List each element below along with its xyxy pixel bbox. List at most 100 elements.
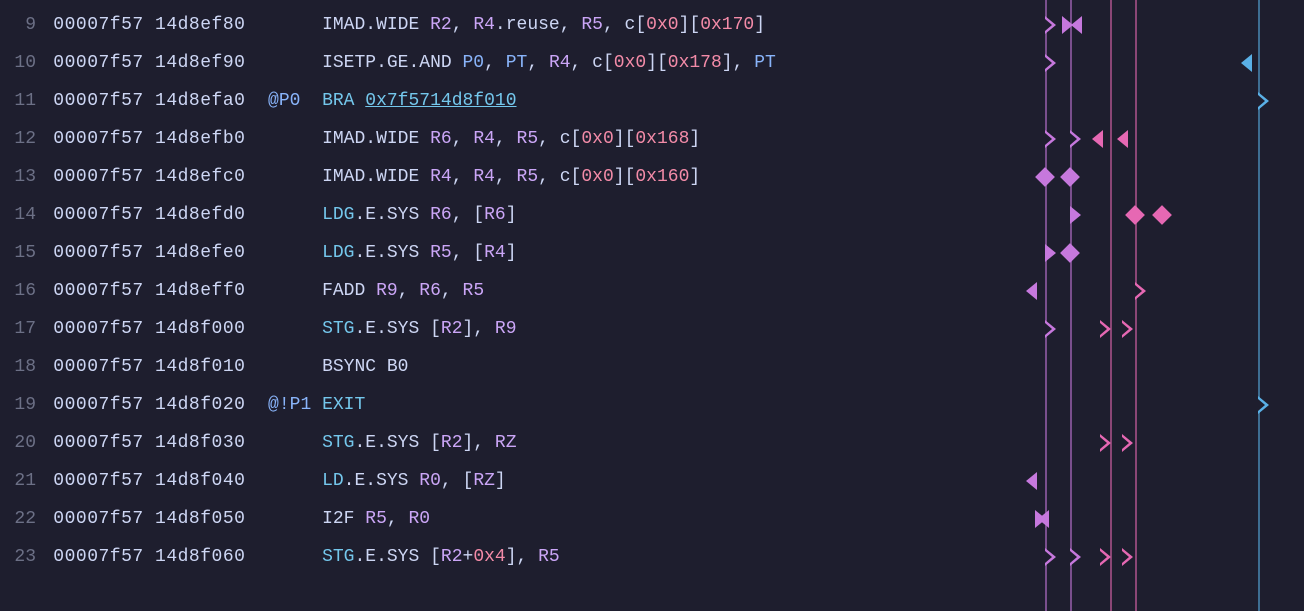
dependency-marker bbox=[1035, 167, 1055, 187]
address: 00007f57 14d8efb0 bbox=[42, 120, 268, 158]
address: 00007f57 14d8f040 bbox=[42, 462, 268, 500]
dependency-marker bbox=[1152, 205, 1172, 225]
instruction: LDG.E.SYS R6, [R6] bbox=[322, 196, 516, 234]
dependency-marker bbox=[1060, 167, 1080, 187]
predicate bbox=[268, 234, 322, 272]
asm-row[interactable]: 23 00007f57 14d8f060 STG.E.SYS [R2+0x4],… bbox=[0, 538, 980, 576]
asm-row[interactable]: 17 00007f57 14d8f000 STG.E.SYS [R2], R9 bbox=[0, 310, 980, 348]
line-number: 23 bbox=[0, 538, 42, 576]
instruction: STG.E.SYS [R2], RZ bbox=[322, 424, 516, 462]
dependency-marker bbox=[1100, 548, 1111, 566]
address: 00007f57 14d8f050 bbox=[42, 500, 268, 538]
predicate bbox=[268, 348, 322, 386]
dependency-marker bbox=[1122, 548, 1133, 566]
address: 00007f57 14d8efe0 bbox=[42, 234, 268, 272]
asm-row[interactable]: 20 00007f57 14d8f030 STG.E.SYS [R2], RZ bbox=[0, 424, 980, 462]
dependency-marker bbox=[1045, 244, 1056, 262]
asm-row[interactable]: 19 00007f57 14d8f020 @!P1 EXIT bbox=[0, 386, 980, 424]
asm-row[interactable]: 15 00007f57 14d8efe0 LDG.E.SYS R5, [R4] bbox=[0, 234, 980, 272]
dependency-marker bbox=[1045, 548, 1056, 566]
line-number: 19 bbox=[0, 386, 42, 424]
address: 00007f57 14d8f060 bbox=[42, 538, 268, 576]
address: 00007f57 14d8eff0 bbox=[42, 272, 268, 310]
instruction: STG.E.SYS [R2+0x4], R5 bbox=[322, 538, 560, 576]
predicate bbox=[268, 6, 322, 44]
dependency-track-line bbox=[1135, 0, 1137, 611]
asm-row[interactable]: 11 00007f57 14d8efa0 @P0 BRA 0x7f5714d8f… bbox=[0, 82, 980, 120]
instruction: BSYNC B0 bbox=[322, 348, 408, 386]
predicate bbox=[268, 462, 322, 500]
dependency-marker bbox=[1045, 130, 1056, 148]
line-number: 20 bbox=[0, 424, 42, 462]
address: 00007f57 14d8efc0 bbox=[42, 158, 268, 196]
predicate bbox=[268, 500, 322, 538]
instruction: BRA 0x7f5714d8f010 bbox=[322, 82, 516, 120]
line-number: 16 bbox=[0, 272, 42, 310]
predicate bbox=[268, 158, 322, 196]
line-number: 15 bbox=[0, 234, 42, 272]
line-number: 11 bbox=[0, 82, 42, 120]
predicate bbox=[268, 44, 322, 82]
dependency-marker bbox=[1026, 282, 1037, 300]
dependency-marker bbox=[1045, 16, 1056, 34]
dependency-marker bbox=[1135, 282, 1146, 300]
instruction: I2F R5, R0 bbox=[322, 500, 430, 538]
dependency-tracks bbox=[1000, 0, 1304, 611]
line-number: 13 bbox=[0, 158, 42, 196]
disassembly-listing: 9 00007f57 14d8ef80 IMAD.WIDE R2, R4.reu… bbox=[0, 6, 980, 576]
address: 00007f57 14d8ef80 bbox=[42, 6, 268, 44]
dependency-track-line bbox=[1110, 0, 1112, 611]
line-number: 22 bbox=[0, 500, 42, 538]
dependency-marker bbox=[1026, 472, 1037, 490]
dependency-marker bbox=[1070, 130, 1081, 148]
line-number: 12 bbox=[0, 120, 42, 158]
dependency-marker bbox=[1092, 130, 1103, 148]
instruction: FADD R9, R6, R5 bbox=[322, 272, 484, 310]
dependency-marker bbox=[1100, 434, 1111, 452]
dependency-marker bbox=[1070, 548, 1081, 566]
dependency-marker bbox=[1100, 320, 1111, 338]
asm-row[interactable]: 21 00007f57 14d8f040 LD.E.SYS R0, [RZ] bbox=[0, 462, 980, 500]
instruction: IMAD.WIDE R6, R4, R5, c[0x0][0x168] bbox=[322, 120, 700, 158]
asm-row[interactable]: 18 00007f57 14d8f010 BSYNC B0 bbox=[0, 348, 980, 386]
instruction: LDG.E.SYS R5, [R4] bbox=[322, 234, 516, 272]
address: 00007f57 14d8ef90 bbox=[42, 44, 268, 82]
instruction: STG.E.SYS [R2], R9 bbox=[322, 310, 516, 348]
line-number: 9 bbox=[0, 6, 42, 44]
predicate bbox=[268, 120, 322, 158]
predicate: @!P1 bbox=[268, 386, 322, 424]
address: 00007f57 14d8f010 bbox=[42, 348, 268, 386]
dependency-track-line bbox=[1070, 0, 1072, 611]
dependency-marker bbox=[1258, 92, 1269, 110]
asm-row[interactable]: 22 00007f57 14d8f050 I2F R5, R0 bbox=[0, 500, 980, 538]
asm-row[interactable]: 10 00007f57 14d8ef90 ISETP.GE.AND P0, PT… bbox=[0, 44, 980, 82]
predicate bbox=[268, 310, 322, 348]
asm-row[interactable]: 16 00007f57 14d8eff0 FADD R9, R6, R5 bbox=[0, 272, 980, 310]
predicate bbox=[268, 196, 322, 234]
asm-row[interactable]: 12 00007f57 14d8efb0 IMAD.WIDE R6, R4, R… bbox=[0, 120, 980, 158]
predicate: @P0 bbox=[268, 82, 322, 120]
line-number: 14 bbox=[0, 196, 42, 234]
branch-target-link[interactable]: 0x7f5714d8f010 bbox=[365, 91, 516, 111]
instruction: ISETP.GE.AND P0, PT, R4, c[0x0][0x178], … bbox=[322, 44, 776, 82]
dependency-marker bbox=[1038, 510, 1049, 528]
predicate bbox=[268, 272, 322, 310]
address: 00007f57 14d8efd0 bbox=[42, 196, 268, 234]
dependency-marker bbox=[1060, 243, 1080, 263]
dependency-marker bbox=[1045, 54, 1056, 72]
address: 00007f57 14d8f030 bbox=[42, 424, 268, 462]
line-number: 17 bbox=[0, 310, 42, 348]
address: 00007f57 14d8efa0 bbox=[42, 82, 268, 120]
asm-row[interactable]: 14 00007f57 14d8efd0 LDG.E.SYS R6, [R6] bbox=[0, 196, 980, 234]
dependency-marker bbox=[1070, 206, 1081, 224]
dependency-marker bbox=[1125, 205, 1145, 225]
dependency-marker bbox=[1117, 130, 1128, 148]
address: 00007f57 14d8f000 bbox=[42, 310, 268, 348]
asm-row[interactable]: 13 00007f57 14d8efc0 IMAD.WIDE R4, R4, R… bbox=[0, 158, 980, 196]
line-number: 10 bbox=[0, 44, 42, 82]
instruction: LD.E.SYS R0, [RZ] bbox=[322, 462, 506, 500]
asm-row[interactable]: 9 00007f57 14d8ef80 IMAD.WIDE R2, R4.reu… bbox=[0, 6, 980, 44]
dependency-marker bbox=[1241, 54, 1252, 72]
dependency-marker bbox=[1045, 320, 1056, 338]
instruction: EXIT bbox=[322, 386, 365, 424]
